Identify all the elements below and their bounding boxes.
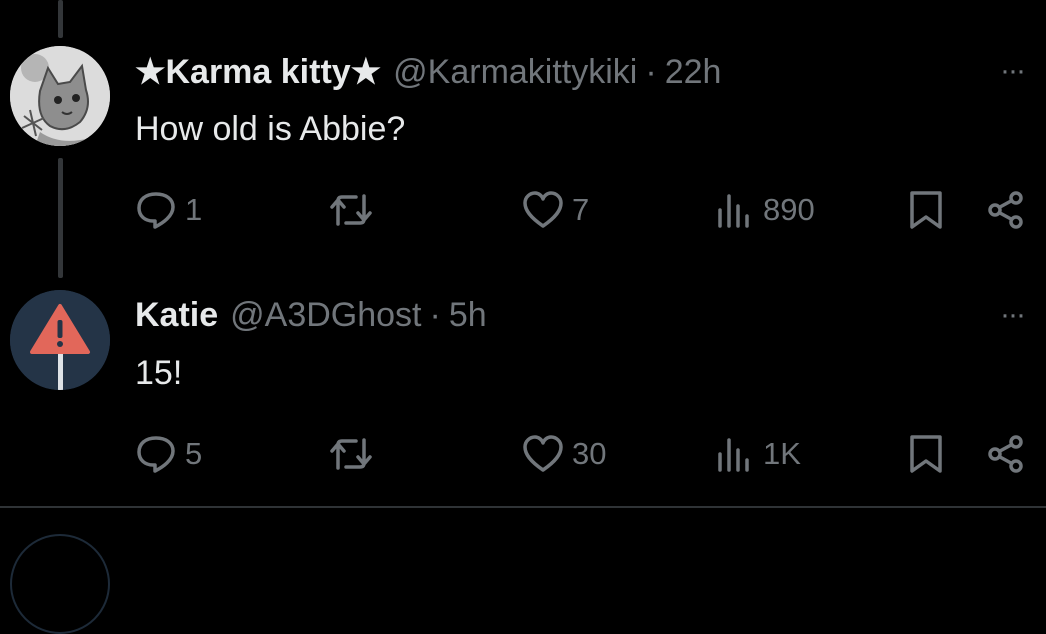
more-options-icon[interactable]: ··· [1000, 298, 1026, 332]
bookmark-button[interactable] [906, 190, 946, 230]
tweet-header: ★Karma kitty★ @Karmakittykiki · 22h [135, 52, 721, 92]
reply-count: 1 [185, 192, 203, 227]
next-avatar-partial [10, 534, 110, 634]
bookmark-button[interactable] [906, 434, 946, 474]
repost-button[interactable] [328, 190, 382, 230]
share-button[interactable] [986, 434, 1026, 474]
thread-line-connector [58, 158, 63, 278]
timestamp[interactable]: 5h [449, 296, 487, 335]
tweet-header: Katie @A3DGhost · 5h [135, 296, 487, 335]
tweet-divider [0, 506, 1046, 508]
views-button[interactable]: 890 [715, 190, 815, 230]
cat-avatar-icon [10, 46, 110, 146]
like-count: 7 [572, 192, 590, 227]
reply-button[interactable]: 5 [135, 434, 202, 474]
display-name[interactable]: Katie [135, 296, 218, 335]
display-name[interactable]: ★Karma kitty★ [135, 52, 381, 92]
tweet-text: How old is Abbie? [135, 110, 406, 148]
avatar-katie[interactable] [10, 290, 110, 390]
like-button[interactable]: 30 [522, 434, 606, 474]
timestamp[interactable]: 22h [665, 53, 722, 92]
separator-dot: · [429, 296, 441, 334]
heart-icon [523, 191, 563, 228]
share-button[interactable] [986, 190, 1026, 230]
share-icon [988, 435, 1023, 473]
heart-icon [523, 435, 563, 472]
tweet-text: 15! [135, 354, 183, 392]
repost-button[interactable] [328, 434, 382, 474]
avatar-karma-kitty[interactable] [10, 46, 110, 146]
view-count: 1K [763, 436, 801, 471]
like-button[interactable]: 7 [522, 190, 589, 230]
more-options-icon[interactable]: ··· [1000, 54, 1026, 88]
view-count: 890 [763, 192, 815, 227]
repost-icon [330, 438, 372, 470]
like-count: 30 [572, 436, 607, 471]
bookmark-icon [910, 191, 942, 229]
thread-line-top [58, 0, 63, 38]
reply-count: 5 [185, 436, 203, 471]
bookmark-icon [910, 435, 942, 473]
reply-button[interactable]: 1 [135, 190, 202, 230]
user-handle[interactable]: @Karmakittykiki [393, 53, 637, 92]
warning-sign-icon [10, 290, 110, 390]
share-icon [988, 191, 1023, 229]
views-button[interactable]: 1K [715, 434, 801, 474]
views-icon [718, 194, 749, 228]
views-icon [718, 438, 749, 472]
reply-icon [137, 192, 175, 229]
reply-icon [137, 436, 175, 473]
separator-dot: · [645, 53, 657, 91]
repost-icon [330, 194, 372, 226]
user-handle[interactable]: @A3DGhost [230, 296, 421, 335]
